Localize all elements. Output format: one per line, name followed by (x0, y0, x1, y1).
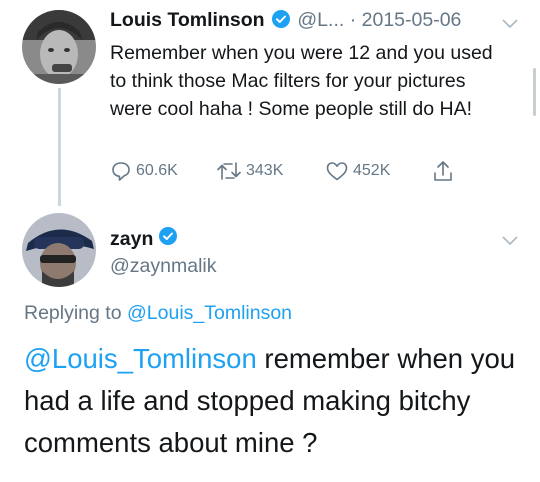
retweet-count: 343K (246, 162, 284, 179)
share-button[interactable] (432, 157, 454, 185)
reply-icon (110, 160, 132, 182)
thread-connector-line (58, 88, 61, 206)
louis-avatar[interactable] (22, 10, 96, 84)
chevron-down-icon[interactable] (502, 233, 518, 251)
share-icon (432, 159, 454, 183)
tweet1-date[interactable]: 2015-05-06 (362, 9, 462, 31)
tweet2-handle[interactable]: @zaynmalik (110, 255, 217, 278)
tweet2-author-name[interactable]: zayn (110, 228, 153, 251)
tweet1-handle[interactable]: @L... (297, 9, 344, 31)
tweet1-author-name[interactable]: Louis Tomlinson (110, 9, 265, 31)
verified-badge-icon (271, 10, 290, 34)
like-button[interactable]: 452K (325, 157, 390, 185)
replying-to-link[interactable]: @Louis_Tomlinson (127, 302, 292, 324)
replying-prefix: Replying to (24, 302, 122, 324)
retweet-button[interactable]: 343K (216, 157, 283, 185)
tweet2-text: @Louis_Tomlinson remember when you had a… (24, 338, 524, 464)
reply-count: 60.6K (136, 162, 178, 179)
replying-to-line: Replying to @Louis_Tomlinson (24, 302, 292, 325)
tweet2-author-row: zayn (110, 227, 178, 251)
scrollbar[interactable] (533, 68, 536, 116)
like-icon (325, 160, 349, 182)
mention-link[interactable]: @Louis_Tomlinson (24, 343, 257, 374)
like-count: 452K (353, 162, 391, 179)
reply-button[interactable]: 60.6K (110, 157, 178, 185)
tweet1-text: Remember when you were 12 and you used t… (110, 42, 493, 120)
retweet-icon (216, 160, 242, 182)
chevron-down-icon[interactable] (502, 16, 518, 34)
tweet1-separator: · (349, 9, 357, 31)
tweet1-header: Louis Tomlinson @L... · 2015-05-06 (110, 9, 461, 34)
zayn-avatar[interactable] (22, 213, 96, 287)
verified-badge-icon (159, 227, 178, 251)
